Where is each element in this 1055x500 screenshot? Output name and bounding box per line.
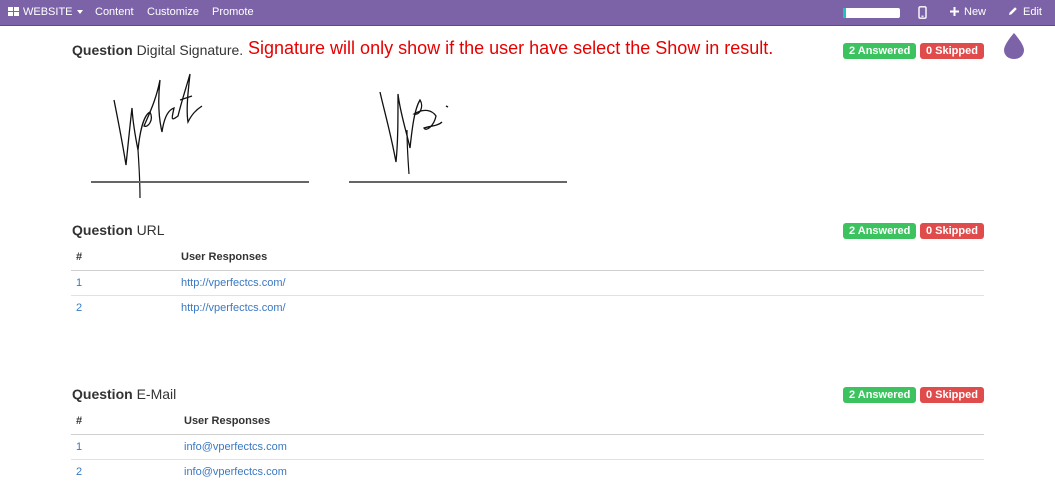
signature-question-title: Question Digital Signature. — [72, 42, 243, 58]
response-link[interactable]: http://vperfectcs.com/ — [176, 295, 984, 320]
column-header-number: # — [71, 408, 179, 435]
url-question-prefix: Question — [72, 222, 133, 238]
website-navbar: WEBSITE Content Customize Promote New Ed… — [0, 0, 1055, 26]
signature-skipped-badge[interactable]: 0 Skipped — [920, 43, 984, 59]
progress-fill — [843, 8, 846, 18]
signature-answered-badge[interactable]: 2 Answered — [843, 43, 917, 59]
email-question-prefix: Question — [72, 386, 133, 402]
plus-icon — [950, 7, 959, 16]
row-number[interactable]: 1 — [71, 270, 176, 296]
grid-icon — [8, 7, 19, 16]
website-menu[interactable]: WEBSITE — [8, 0, 83, 26]
edit-button[interactable]: Edit — [1008, 0, 1042, 26]
signature-line-1 — [91, 181, 309, 183]
url-skipped-badge[interactable]: 0 Skipped — [920, 223, 984, 239]
row-number[interactable]: 2 — [71, 459, 179, 484]
pencil-icon — [1009, 7, 1017, 15]
response-link[interactable]: info@vperfectcs.com — [179, 459, 984, 484]
signature-question-label: Digital Signature. — [136, 42, 244, 58]
signature-line-2 — [349, 181, 567, 183]
signature-image-2 — [379, 91, 449, 175]
url-question-label: URL — [136, 222, 165, 238]
table-row: 2 info@vperfectcs.com — [71, 459, 984, 484]
email-responses-table: # User Responses 1 info@vperfectcs.com 2… — [71, 408, 984, 484]
droplet-icon[interactable] — [1002, 32, 1026, 60]
email-question-title: Question E-Mail — [72, 386, 176, 402]
customize-menu[interactable]: Customize — [147, 0, 199, 26]
mobile-preview-button[interactable] — [918, 0, 927, 26]
column-header-responses: User Responses — [176, 244, 984, 271]
table-row: 2 http://vperfectcs.com/ — [71, 295, 984, 320]
url-answered-badge[interactable]: 2 Answered — [843, 223, 917, 239]
response-link[interactable]: http://vperfectcs.com/ — [176, 270, 984, 296]
promote-menu[interactable]: Promote — [212, 0, 254, 26]
new-button[interactable]: New — [950, 0, 986, 26]
table-header-row: # User Responses — [71, 408, 984, 435]
table-header-row: # User Responses — [71, 244, 984, 271]
url-responses-table: # User Responses 1 http://vperfectcs.com… — [71, 244, 984, 320]
email-answered-badge[interactable]: 2 Answered — [843, 387, 917, 403]
edit-label: Edit — [1023, 6, 1042, 18]
column-header-number: # — [71, 244, 176, 271]
email-question-label: E-Mail — [136, 386, 177, 402]
new-label: New — [964, 6, 987, 18]
signature-question-prefix: Question — [72, 42, 133, 58]
mobile-icon — [918, 6, 927, 19]
column-header-responses: User Responses — [179, 408, 984, 435]
chevron-down-icon — [76, 10, 83, 15]
website-menu-label: WEBSITE — [23, 6, 73, 18]
content-menu[interactable]: Content — [95, 0, 134, 26]
annotation-note: Signature will only show if the user hav… — [248, 38, 774, 58]
email-skipped-badge[interactable]: 0 Skipped — [920, 387, 984, 403]
row-number[interactable]: 2 — [71, 295, 176, 320]
url-question-title: Question URL — [72, 222, 165, 238]
row-number[interactable]: 1 — [71, 434, 179, 460]
progress-bar — [843, 8, 900, 18]
table-row: 1 http://vperfectcs.com/ — [71, 270, 984, 296]
table-row: 1 info@vperfectcs.com — [71, 434, 984, 460]
response-link[interactable]: info@vperfectcs.com — [179, 434, 984, 460]
